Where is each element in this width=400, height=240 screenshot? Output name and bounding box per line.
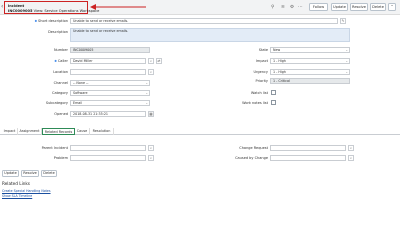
caller-label: ✱ Caller [54,59,68,63]
chevron-down-icon: ⌄ [345,48,348,52]
activity-icon[interactable]: ≋ [281,5,285,10]
caused-by-change-field[interactable] [270,155,346,161]
number-label: Number [53,48,68,52]
short-description-field[interactable]: Unable to send or receive emails. [70,18,338,24]
category-select[interactable]: Software ⌄ [70,90,150,96]
tab-resolution[interactable]: Resolution [90,128,114,135]
problem-label: Problem [53,156,68,160]
caused-by-change-label: Caused by Change [235,156,268,160]
problem-field[interactable] [70,155,146,161]
delete-button[interactable]: Delete [370,3,386,11]
chevron-down-icon: ⌄ [145,101,148,105]
priority-label: Priority [255,79,268,83]
change-request-label: Change Request [239,146,268,150]
record-type-label: Incident [8,3,25,8]
parent-incident-field[interactable] [70,145,146,151]
record-number-view: INC0009005 View: Service Operations Work… [8,9,99,13]
bottom-resolve-button[interactable]: Resolve [21,170,39,177]
opened-field[interactable]: 2018-08-31 21:35:21 [70,111,146,117]
location-label: Location [53,70,68,74]
watch-list-label: Watch list [250,91,268,95]
description-field[interactable]: Unable to send or receive emails. [70,28,350,42]
form-tabs: Impact Assignment Related Records Cause … [0,128,400,135]
short-description-label: ✱ Short description [34,19,68,23]
parent-incident-search-icon[interactable]: ⌕ [148,145,154,151]
subcategory-select[interactable]: Email ⌄ [70,100,150,106]
tab-assignment[interactable]: Assignment [18,128,42,135]
watch-list-lock-icon[interactable] [271,90,276,95]
opened-label: Opened [54,112,68,116]
tab-related-records[interactable]: Related Records [42,128,75,135]
bottom-update-button[interactable]: Update [2,170,19,177]
problem-search-icon[interactable]: ⌕ [148,155,154,161]
location-field[interactable] [70,69,146,75]
urgency-label: Urgency [253,70,268,74]
impact-label: Impact [255,59,268,63]
resolve-button[interactable]: Resolve [350,3,368,11]
suggestion-icon[interactable]: ✎ [340,18,346,24]
change-request-search-icon[interactable]: ⌕ [348,145,354,151]
caused-by-change-search-icon[interactable]: ⌕ [348,155,354,161]
more-options-icon[interactable]: ⋯ [298,5,303,10]
related-link[interactable]: Show SLA Timeline [2,194,32,198]
channel-select[interactable]: -- None -- ⌄ [70,80,150,86]
related-links-title: Related Links [2,181,30,186]
chevron-down-icon: ⌄ [345,70,348,74]
nav-up-icon[interactable]: ⌃ [388,3,396,11]
record-number: INC0009005 [8,8,33,13]
location-search-icon[interactable]: ⌕ [148,69,154,75]
caller-search-icon[interactable]: ⌕ [148,58,154,64]
chevron-down-icon: ⌄ [345,59,348,63]
work-notes-list-lock-icon[interactable] [271,100,276,105]
caller-field[interactable]: David Miller [70,58,146,64]
work-notes-list-label: Work notes list [242,101,268,105]
category-label: Category [52,91,68,95]
update-button[interactable]: Update [331,3,348,11]
annotation-arrow-icon [90,4,146,10]
record-title: Incident INC0009005 View: Service Operat… [4,1,99,14]
chevron-down-icon: ⌄ [145,81,148,85]
form-header: ‹ Incident INC0009005 View: Service Oper… [0,0,400,15]
state-label: State [258,48,268,52]
number-field[interactable]: INC0009005 [70,47,150,53]
tab-impact[interactable]: Impact [2,128,18,135]
parent-incident-label: Parent Incident [41,146,68,150]
calendar-icon[interactable]: ▦ [148,111,154,117]
priority-field[interactable]: 1 - Critical [270,78,350,84]
urgency-select[interactable]: 1 - High ⌄ [270,69,350,75]
description-label: Description [48,30,68,34]
subcategory-label: Subcategory [45,101,68,105]
follow-button[interactable]: Follow [309,3,328,11]
tab-cause[interactable]: Cause [75,128,90,135]
settings-icon[interactable]: ⚙ [290,5,294,10]
attachment-icon[interactable]: ⚲ [271,5,274,10]
chevron-down-icon: ⌄ [145,91,148,95]
impact-select[interactable]: 1 - High ⌄ [270,58,350,64]
bottom-delete-button[interactable]: Delete [41,170,57,177]
change-request-field[interactable] [270,145,346,151]
related-link[interactable]: Create Special Handling Notes [2,189,51,193]
channel-label: Channel [53,81,68,85]
state-select[interactable]: New ⌄ [270,47,350,53]
caller-share-icon[interactable]: ⇄ [156,58,162,64]
